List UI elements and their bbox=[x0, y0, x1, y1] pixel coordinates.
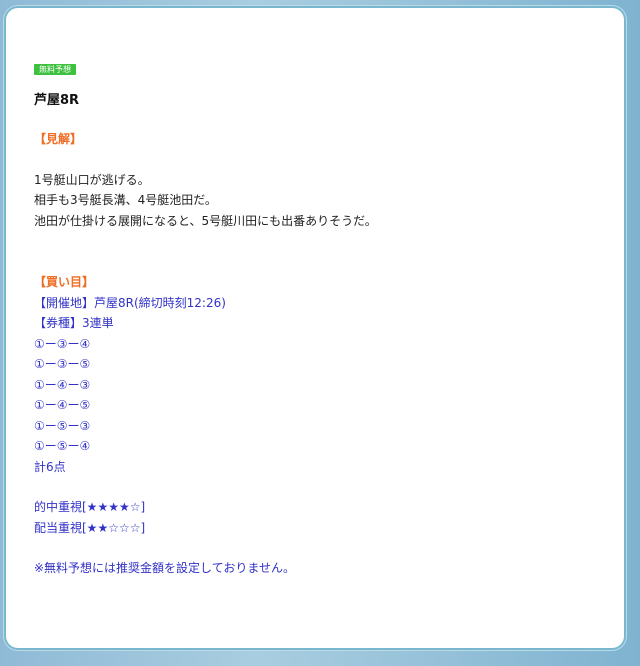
opinion-line-3: 池田が仕掛ける展開になると、5号艇川田にも出番ありそうだ。 bbox=[34, 213, 377, 228]
opinion-line-1: 1号艇山口が逃げる。 bbox=[34, 172, 150, 187]
free-prediction-badge: 無料予想 bbox=[34, 64, 76, 75]
buy-heading: 【買い目】 bbox=[34, 275, 95, 289]
prediction-card: 無料予想 芦屋8R 【見解】 1号艇山口が逃げる。 相手も3号艇長溝、4号艇池田… bbox=[4, 6, 626, 650]
combo-line-1: ①ー③ー④ bbox=[34, 336, 91, 351]
disclaimer-note: ※無料予想には推奨金額を設定しておりません。 bbox=[34, 561, 295, 575]
combo-line-3: ①ー④ー③ bbox=[34, 377, 91, 392]
accuracy-rating: 的中重視[★★★★☆] bbox=[34, 500, 146, 514]
combo-line-6: ①ー⑤ー④ bbox=[34, 439, 91, 453]
venue-line: 【開催地】芦屋8R(締切時刻12:26) bbox=[34, 295, 226, 310]
combo-line-2: ①ー③ー⑤ bbox=[34, 357, 91, 371]
ticket-type-line: 【券種】3連単 bbox=[34, 316, 114, 330]
race-title: 芦屋8R bbox=[34, 93, 80, 108]
opinion-heading: 【見解】 bbox=[34, 132, 83, 146]
payout-rating: 配当重視[★★☆☆☆] bbox=[34, 520, 146, 535]
combo-line-4: ①ー④ー⑤ bbox=[34, 398, 91, 412]
opinion-line-2: 相手も3号艇長溝、4号艇池田だ。 bbox=[34, 193, 217, 207]
combo-total: 計6点 bbox=[34, 459, 66, 474]
prediction-content: 無料予想 芦屋8R 【見解】 1号艇山口が逃げる。 相手も3号艇長溝、4号艇池田… bbox=[34, 58, 604, 579]
combo-line-5: ①ー⑤ー③ bbox=[34, 418, 91, 433]
